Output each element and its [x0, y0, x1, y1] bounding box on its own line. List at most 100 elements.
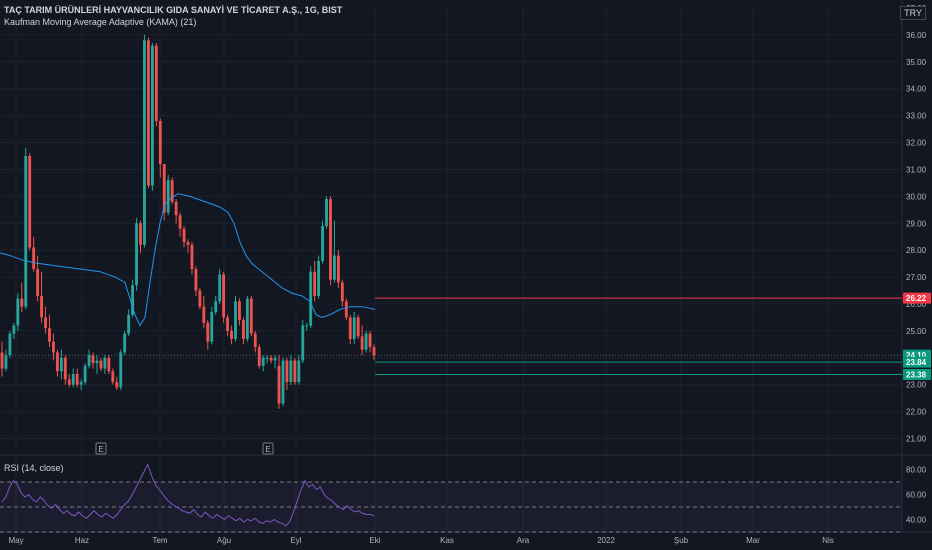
- candle-body[interactable]: [119, 352, 123, 388]
- candle-body[interactable]: [253, 333, 257, 348]
- candle-body[interactable]: [55, 352, 59, 372]
- candle-body[interactable]: [305, 325, 309, 327]
- candle-body[interactable]: [123, 333, 127, 353]
- candle-body[interactable]: [59, 357, 63, 372]
- candle-body[interactable]: [352, 317, 356, 339]
- candle-body[interactable]: [321, 225, 324, 261]
- candle-body[interactable]: [52, 341, 55, 353]
- candle-body[interactable]: [329, 199, 332, 280]
- candle-body[interactable]: [372, 347, 376, 356]
- candle-body[interactable]: [325, 199, 328, 226]
- candle-body[interactable]: [297, 360, 301, 383]
- candle-body[interactable]: [190, 244, 194, 270]
- candle-body[interactable]: [198, 290, 202, 307]
- candle-body[interactable]: [218, 274, 222, 302]
- candle-body[interactable]: [238, 301, 241, 321]
- earnings-event-marker[interactable]: E: [262, 442, 274, 455]
- candle-body[interactable]: [222, 274, 226, 318]
- candle-body[interactable]: [8, 333, 12, 356]
- candle-body[interactable]: [111, 371, 115, 383]
- candle-body[interactable]: [333, 255, 336, 280]
- candle-body[interactable]: [20, 298, 24, 307]
- candle-body[interactable]: [75, 373, 79, 385]
- candle-body[interactable]: [63, 357, 67, 380]
- candle-body[interactable]: [336, 255, 340, 283]
- candle-body[interactable]: [309, 271, 313, 326]
- candle-body[interactable]: [281, 360, 285, 404]
- candle-body[interactable]: [273, 357, 277, 361]
- candle-body[interactable]: [257, 347, 261, 366]
- price-label[interactable]: 26.22: [903, 292, 931, 304]
- candle-body[interactable]: [0, 352, 4, 369]
- candle-body[interactable]: [356, 317, 360, 337]
- candle-body[interactable]: [44, 317, 47, 329]
- candle-body[interactable]: [48, 328, 51, 342]
- candle-body[interactable]: [202, 306, 206, 323]
- candle-body[interactable]: [285, 360, 289, 383]
- candle-body[interactable]: [95, 360, 99, 364]
- candle-body[interactable]: [344, 301, 348, 318]
- candle-body[interactable]: [340, 282, 344, 302]
- candle-body[interactable]: [364, 333, 368, 350]
- price-label[interactable]: 23.38: [903, 369, 931, 381]
- rsi-panel-title[interactable]: RSI (14, close): [4, 463, 64, 473]
- candle-body[interactable]: [91, 355, 95, 364]
- candle-body[interactable]: [210, 312, 214, 342]
- candle-body[interactable]: [28, 156, 32, 248]
- candle-body[interactable]: [261, 357, 265, 366]
- candle-body[interactable]: [150, 45, 154, 186]
- candle-body[interactable]: [83, 365, 87, 383]
- candle-body[interactable]: [79, 382, 83, 385]
- candle-body[interactable]: [103, 357, 107, 369]
- candle-body[interactable]: [289, 360, 293, 383]
- candle-body[interactable]: [301, 325, 305, 361]
- candle-body[interactable]: [265, 357, 269, 359]
- earnings-event-marker[interactable]: E: [95, 442, 107, 455]
- candle-body[interactable]: [115, 382, 119, 388]
- candle-body[interactable]: [147, 40, 150, 186]
- candle-body[interactable]: [277, 365, 281, 404]
- candle-body[interactable]: [245, 298, 249, 339]
- candle-body[interactable]: [293, 360, 297, 383]
- candle-body[interactable]: [226, 317, 229, 331]
- candle-body[interactable]: [178, 215, 182, 229]
- candle-body[interactable]: [139, 223, 142, 245]
- candle-body[interactable]: [166, 180, 170, 213]
- candle-body[interactable]: [4, 355, 8, 369]
- candle-body[interactable]: [143, 40, 146, 245]
- candle-body[interactable]: [24, 156, 28, 307]
- candle-body[interactable]: [99, 360, 103, 369]
- candle-body[interactable]: [87, 355, 91, 366]
- candle-body[interactable]: [269, 357, 273, 361]
- candle-body[interactable]: [127, 314, 131, 334]
- candle-body[interactable]: [182, 228, 186, 243]
- candle-body[interactable]: [214, 301, 218, 313]
- kama-indicator-label[interactable]: Kaufman Moving Average Adaptive (KAMA) (…: [4, 17, 196, 27]
- candle-body[interactable]: [158, 121, 162, 165]
- candle-body[interactable]: [174, 201, 178, 216]
- candle-body[interactable]: [368, 333, 372, 348]
- candle-body[interactable]: [348, 317, 352, 339]
- candle-body[interactable]: [36, 269, 40, 296]
- candle-body[interactable]: [32, 247, 36, 270]
- currency-badge[interactable]: TRY: [900, 6, 926, 20]
- candle-body[interactable]: [135, 223, 138, 286]
- candle-body[interactable]: [317, 260, 321, 296]
- candle-body[interactable]: [241, 320, 245, 339]
- candle-body[interactable]: [71, 373, 75, 385]
- candle-body[interactable]: [194, 269, 198, 291]
- candle-body[interactable]: [234, 301, 237, 339]
- candle-body[interactable]: [186, 242, 190, 245]
- candle-body[interactable]: [107, 357, 111, 372]
- candle-body[interactable]: [230, 330, 233, 339]
- candle-body[interactable]: [67, 379, 71, 385]
- candle-body[interactable]: [360, 336, 364, 350]
- candle-body[interactable]: [249, 298, 253, 334]
- candle-body[interactable]: [154, 45, 158, 122]
- candle-body[interactable]: [12, 325, 16, 334]
- candle-body[interactable]: [16, 298, 20, 326]
- candle-body[interactable]: [313, 271, 317, 296]
- price-chart[interactable]: EE37.0036.0035.0034.0033.0032.0031.0030.…: [0, 0, 932, 550]
- candle-body[interactable]: [40, 295, 43, 318]
- candle-body[interactable]: [206, 322, 210, 342]
